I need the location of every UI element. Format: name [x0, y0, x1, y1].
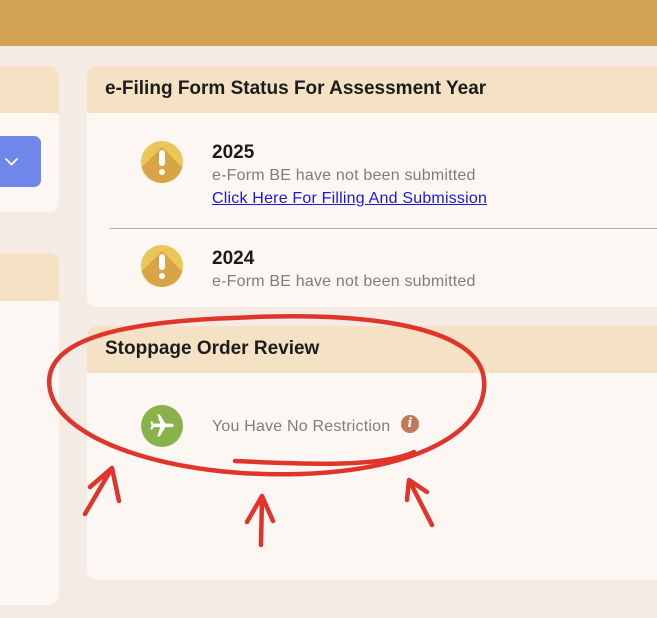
form-status-text: e-Form BE have not been submitted [212, 273, 476, 290]
form-status-text: e-Form BE have not been submitted [212, 167, 476, 184]
left-panel-card [0, 66, 59, 212]
warning-icon [141, 141, 183, 183]
filing-submission-link[interactable]: Click Here For Filling And Submission [212, 190, 487, 208]
assessment-year: 2025 [212, 142, 255, 163]
restriction-status-text: You Have No Restriction [212, 418, 391, 435]
left-panel-header [0, 66, 59, 113]
efiling-card-header: e-Filing Form Status For Assessment Year [87, 66, 657, 113]
stoppage-card-title: Stoppage Order Review [105, 338, 320, 359]
divider [110, 228, 657, 229]
dropdown-button[interactable] [0, 136, 41, 187]
stoppage-card-header: Stoppage Order Review [87, 326, 657, 373]
chevron-down-icon [5, 158, 18, 166]
efiling-card-title: e-Filing Form Status For Assessment Year [105, 78, 487, 99]
efiling-status-card: e-Filing Form Status For Assessment Year… [87, 66, 657, 307]
stoppage-order-card: Stoppage Order Review You Have No Restri… [87, 326, 657, 580]
airplane-icon [141, 405, 183, 447]
top-bar [0, 0, 657, 46]
assessment-year: 2024 [212, 248, 255, 269]
info-icon[interactable]: i [401, 415, 419, 433]
left-panel-card-2 [0, 253, 59, 605]
warning-icon [141, 245, 183, 287]
left-panel-header-2 [0, 253, 59, 301]
